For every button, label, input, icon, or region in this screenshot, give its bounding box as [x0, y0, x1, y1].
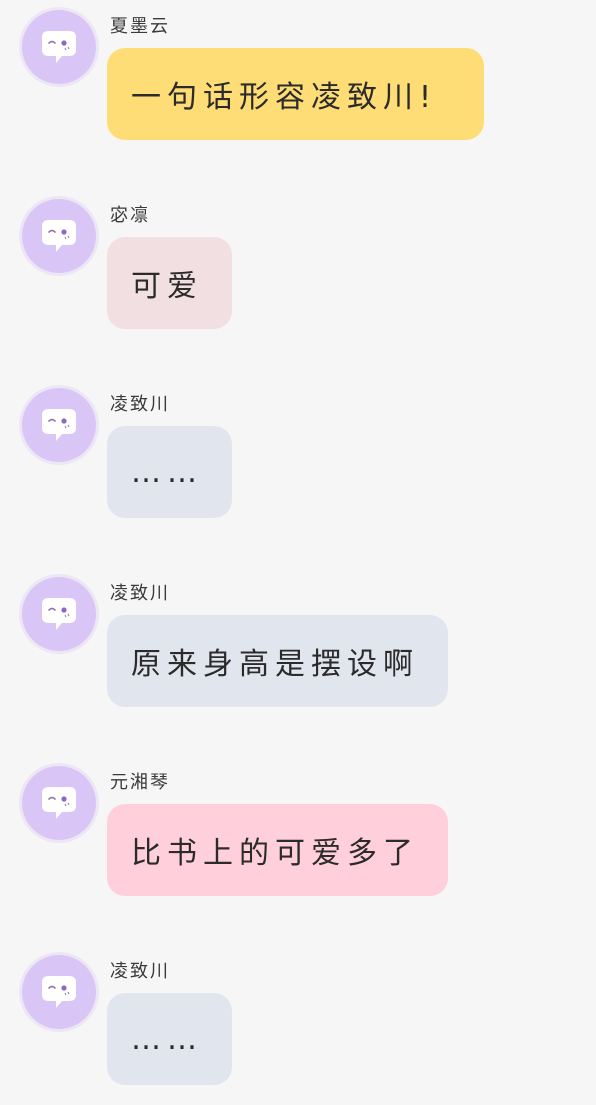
- sender-name: 凌致川: [110, 394, 170, 415]
- sender-name: 凌致川: [110, 583, 170, 604]
- message-bubble[interactable]: 比书上的可爱多了: [107, 804, 448, 896]
- sender-name: 元湘琴: [110, 772, 170, 793]
- chat-bubble-face-icon: [42, 220, 76, 252]
- message-text: 原来身高是摆设啊: [131, 647, 419, 682]
- sender-name: 凌致川: [110, 961, 170, 982]
- avatar[interactable]: [22, 199, 96, 273]
- message-item: 凌致川 原来身高是摆设啊: [0, 567, 596, 747]
- message-text: ……: [131, 454, 203, 490]
- message-item: 夏墨云 一句话形容凌致川!: [0, 0, 596, 180]
- message-text: ……: [131, 1021, 203, 1057]
- message-text: 一句话形容凌致川!: [131, 80, 438, 115]
- message-item: 宓凛 可爱: [0, 189, 596, 369]
- chat-bubble-face-icon: [42, 31, 76, 63]
- chat-bubble-face-icon: [42, 976, 76, 1008]
- message-text: 可爱: [131, 269, 203, 304]
- avatar[interactable]: [22, 577, 96, 651]
- avatar[interactable]: [22, 10, 96, 84]
- message-bubble[interactable]: 一句话形容凌致川!: [107, 48, 484, 140]
- message-bubble[interactable]: ……: [107, 426, 232, 518]
- message-bubble[interactable]: 原来身高是摆设啊: [107, 615, 448, 707]
- chat-bubble-face-icon: [42, 787, 76, 819]
- message-item: 元湘琴 比书上的可爱多了: [0, 756, 596, 936]
- message-bubble[interactable]: 可爱: [107, 237, 232, 329]
- message-text: 比书上的可爱多了: [131, 836, 419, 871]
- avatar[interactable]: [22, 955, 96, 1029]
- message-bubble[interactable]: ……: [107, 993, 232, 1085]
- message-item: 凌致川 ……: [0, 945, 596, 1105]
- avatar[interactable]: [22, 388, 96, 462]
- sender-name: 夏墨云: [110, 16, 170, 37]
- avatar[interactable]: [22, 766, 96, 840]
- chat-bubble-face-icon: [42, 598, 76, 630]
- chat-view: 夏墨云 一句话形容凌致川! 宓凛 可爱 凌致川 …… 凌致川 原来身高是摆设啊 …: [0, 0, 596, 1105]
- sender-name: 宓凛: [110, 205, 150, 226]
- chat-bubble-face-icon: [42, 409, 76, 441]
- message-item: 凌致川 ……: [0, 378, 596, 558]
